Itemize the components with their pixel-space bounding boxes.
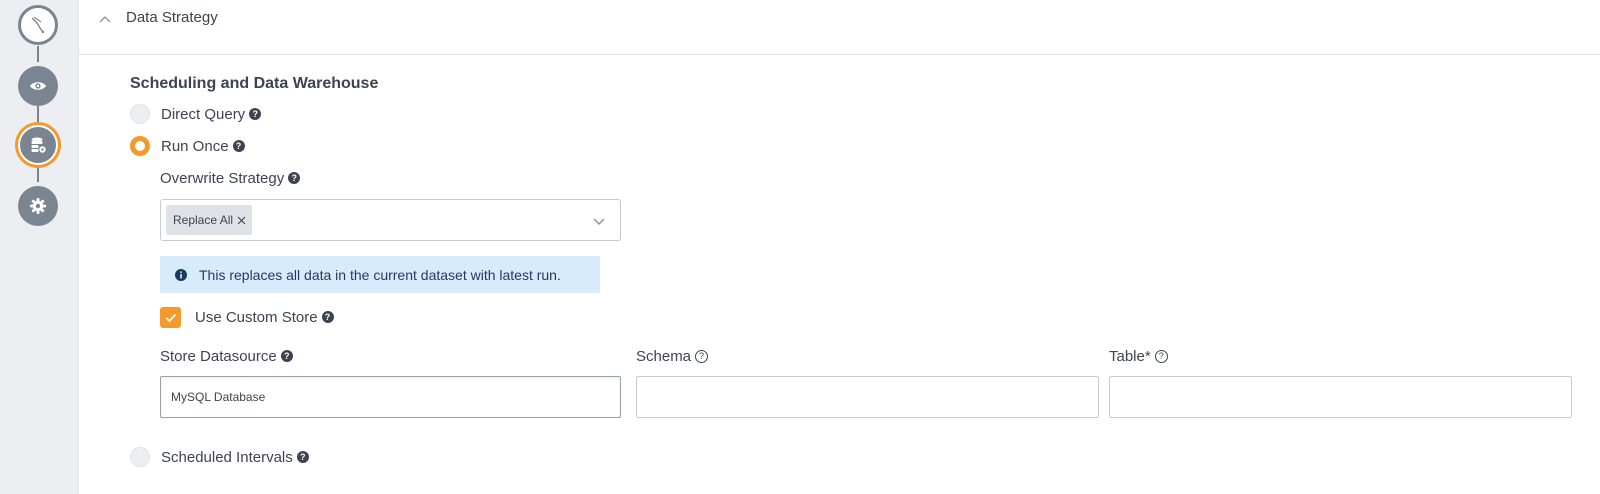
radio-label: Scheduled Intervals? xyxy=(161,449,309,466)
help-outline-icon[interactable]: ? xyxy=(1154,349,1168,363)
help-outline-icon[interactable]: ? xyxy=(695,349,709,363)
overwrite-strategy-label: Overwrite Strategy? xyxy=(160,170,301,187)
radio-button[interactable] xyxy=(130,104,150,124)
help-icon[interactable]: ? xyxy=(249,107,262,120)
radio-button[interactable] xyxy=(130,447,150,467)
radio-button-checked[interactable] xyxy=(130,136,150,156)
store-datasource-label: Store Datasource? xyxy=(160,348,293,365)
info-icon xyxy=(175,268,187,281)
close-icon xyxy=(237,216,245,224)
info-text: This replaces all data in the current da… xyxy=(199,266,561,283)
checkbox-label: Use Custom Store? xyxy=(195,309,334,326)
table-input[interactable] xyxy=(1109,376,1572,418)
checkmark-icon xyxy=(165,313,176,322)
info-banner: This replaces all data in the current da… xyxy=(160,256,600,293)
remove-chip-button[interactable] xyxy=(236,215,246,225)
overwrite-strategy-select[interactable]: Replace All xyxy=(160,199,621,241)
schema-label: Schema? xyxy=(636,348,709,365)
radio-label: Run Once? xyxy=(161,138,245,155)
help-icon[interactable]: ? xyxy=(232,139,245,152)
data-strategy-panel: Scheduling and Data Warehouse Direct Que… xyxy=(0,0,1600,494)
help-icon[interactable]: ? xyxy=(280,350,293,363)
group-title: Scheduling and Data Warehouse xyxy=(130,75,379,92)
radio-label: Direct Query? xyxy=(161,106,262,123)
use-custom-store-checkbox[interactable]: Use Custom Store? xyxy=(160,307,334,328)
store-datasource-input[interactable] xyxy=(160,376,621,418)
radio-direct-query[interactable]: Direct Query? xyxy=(130,104,262,124)
radio-scheduled-intervals[interactable]: Scheduled Intervals? xyxy=(130,447,309,467)
radio-run-once[interactable]: Run Once? xyxy=(130,136,245,156)
schema-input[interactable] xyxy=(636,376,1099,418)
help-icon[interactable]: ? xyxy=(288,172,301,185)
selected-chip: Replace All xyxy=(166,205,253,235)
checkbox-checked[interactable] xyxy=(160,307,181,328)
help-icon[interactable]: ? xyxy=(321,311,334,324)
help-icon[interactable]: ? xyxy=(296,450,309,463)
table-label: Table*? xyxy=(1109,348,1168,365)
chevron-down-icon xyxy=(593,218,605,225)
chip-label: Replace All xyxy=(173,213,234,227)
